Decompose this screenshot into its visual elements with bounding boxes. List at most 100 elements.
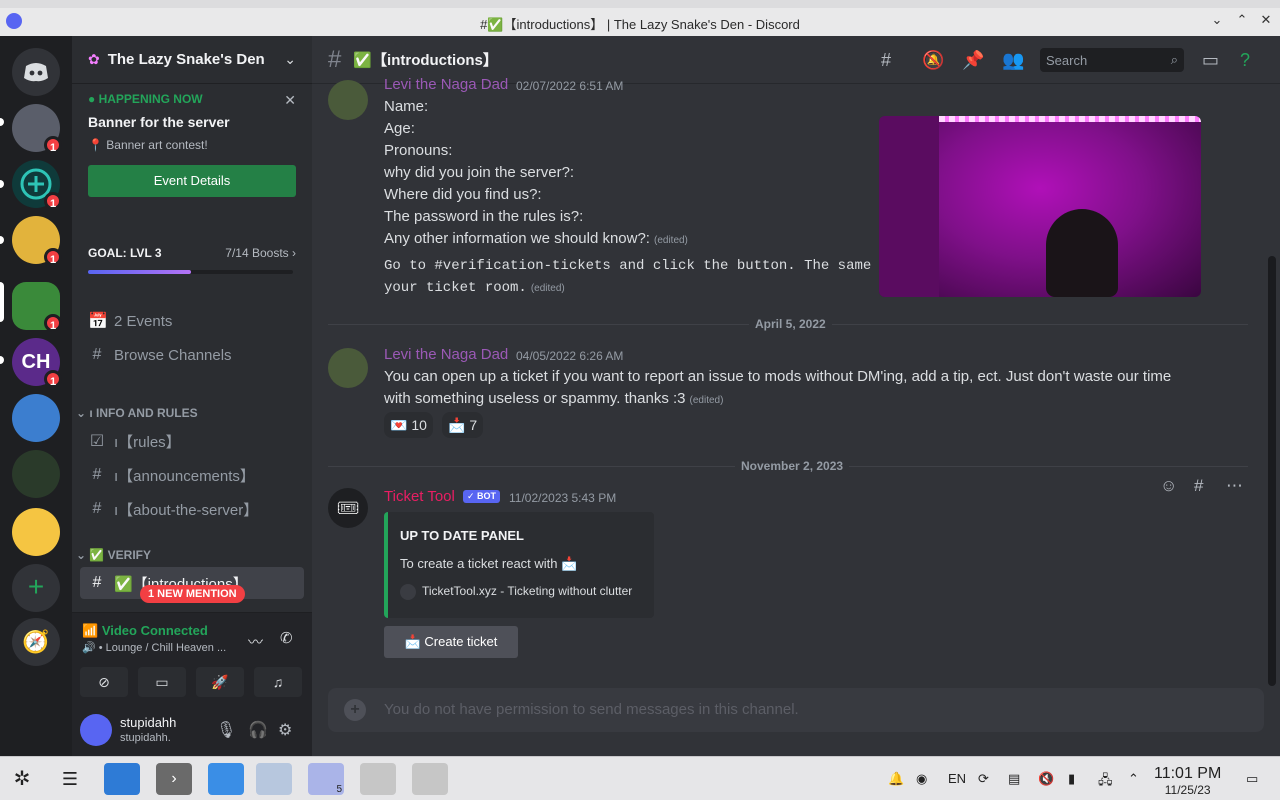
terminal-icon[interactable]: › (156, 763, 192, 795)
taskbar: ✲ ☰ › 5 🔔 ◉ EN ⟳ ▤ 🔇 ▮ 🖧 ⌃ 11:01 PM 11/2… (0, 756, 1280, 800)
new-mention-pill[interactable]: 1 NEW MENTION (140, 585, 245, 603)
message-author[interactable]: Levi the Naga Dad (384, 346, 508, 363)
user-name: stupidahh (120, 715, 177, 730)
member-list-icon[interactable]: 👥 (1002, 50, 1024, 71)
category-info-rules[interactable]: ⌄ ı INFO AND RULES (76, 406, 198, 420)
message-text: Any other information we should know?: (384, 230, 650, 247)
code-line: Go to #verification-tickets and click th… (384, 258, 897, 274)
camera-off-button[interactable]: ⊘ (80, 667, 128, 697)
threads-icon[interactable]: # (881, 50, 891, 71)
avatar[interactable] (328, 348, 368, 388)
category-verify[interactable]: ⌄ ✅ VERIFY (76, 548, 151, 562)
boost-goal[interactable]: GOAL: LVL 3 7/14 Boosts › (88, 246, 296, 274)
disconnect-icon[interactable]: ✆ (280, 629, 293, 647)
maximize-icon[interactable]: ⌃ (1235, 12, 1249, 28)
clock[interactable]: 11:01 PM 11/25/23 (1154, 765, 1221, 797)
bot-tag-text: ✓ BOT (463, 490, 501, 504)
reaction-count: 7 (469, 417, 478, 433)
store-icon[interactable] (104, 763, 140, 795)
server-ch[interactable]: CH 1 (12, 338, 62, 388)
event-location-text: Banner art contest! (106, 138, 208, 152)
more-options-icon[interactable]: ⋯ (1226, 476, 1243, 496)
mute-bell-icon[interactable]: 🔕 (922, 50, 944, 71)
close-window-icon[interactable]: ✕ (1259, 12, 1273, 28)
avatar[interactable] (328, 80, 368, 120)
close-icon[interactable]: ✕ (284, 92, 296, 109)
video-tile[interactable] (879, 116, 1201, 297)
message-line: Age: (384, 120, 415, 137)
attach-plus-icon[interactable]: + (344, 699, 366, 721)
server-plus-circle[interactable]: 1 (12, 160, 62, 210)
unread-pill (0, 236, 4, 244)
server-mustache[interactable]: 1 (12, 216, 62, 266)
add-server-icon[interactable]: + (12, 564, 60, 612)
edited-tag: (edited) (653, 235, 688, 246)
ticket-tool-avatar[interactable]: 🎟 (328, 488, 368, 528)
guild-header[interactable]: ✿ The Lazy Snake's Den ⌄ (72, 36, 312, 84)
volume-muted-icon[interactable]: 🔇 (1038, 771, 1054, 787)
app-launcher-icon[interactable]: ✲ (4, 763, 40, 795)
clock-time: 11:01 PM (1154, 765, 1222, 782)
guild-flower-icon: ✿ (88, 51, 100, 67)
server-lazy-snake[interactable]: 1 (12, 282, 62, 332)
tray-expand-icon[interactable]: ⌃ (1128, 771, 1139, 787)
user-tag: stupidahh. (120, 732, 171, 744)
server-dark[interactable] (12, 450, 60, 498)
headphones-icon[interactable]: 🎧 (248, 720, 268, 740)
noise-suppression-icon[interactable]: 〰 (248, 631, 263, 652)
microphone-icon[interactable]: 🎙 (216, 720, 236, 740)
reaction[interactable]: 💌 10 (384, 412, 433, 438)
server-wolf[interactable]: 1 (12, 104, 62, 154)
voice-location[interactable]: 🔊 • Lounge / Chill Heaven ... (82, 641, 226, 654)
file-manager-icon[interactable] (208, 763, 244, 795)
chevron-down-icon[interactable]: ⌄ (284, 51, 296, 68)
selected-pill (0, 282, 4, 322)
search-input[interactable]: Search ⌕ (1040, 48, 1184, 72)
explore-compass-icon[interactable]: 🧭 (12, 618, 60, 666)
message-author[interactable]: Levi the Naga Dad (384, 76, 508, 93)
events-link[interactable]: 📅 2 Events (80, 305, 304, 337)
scrollbar[interactable] (1268, 256, 1276, 686)
message-composer[interactable]: + You do not have permission to send mes… (328, 688, 1264, 732)
discord-tray-icon[interactable]: ◉ (916, 771, 927, 787)
activity-rocket-button[interactable]: 🚀 (196, 667, 244, 697)
pin-icon[interactable]: 📌 (962, 50, 984, 71)
soundboard-button[interactable]: ♫ (254, 667, 302, 697)
reaction[interactable]: 📩 7 (442, 412, 484, 438)
code-text: your ticket room. (384, 280, 527, 296)
avatar[interactable] (80, 714, 112, 746)
minecraft-icon[interactable] (412, 763, 448, 795)
discord-taskbar-icon[interactable]: 5 (308, 763, 344, 795)
unread-pill (0, 118, 4, 126)
channel-title: ✅【introductions】 (353, 52, 498, 69)
event-details-button[interactable]: Event Details (88, 165, 296, 197)
add-reaction-icon[interactable]: ☺ (1160, 476, 1177, 496)
browser-icon[interactable] (256, 763, 292, 795)
inbox-icon[interactable]: ▭ (1202, 50, 1219, 71)
clipboard-icon[interactable]: ▤ (1008, 771, 1020, 787)
gear-icon[interactable]: ⚙ (278, 720, 292, 740)
minimize-icon[interactable]: ⌄ (1210, 12, 1224, 28)
channel-about-the-server[interactable]: # ı【about-the-server】 (80, 493, 304, 525)
boost-count: 7/14 Boosts › (225, 246, 296, 260)
show-desktop-icon[interactable]: ▭ (1246, 771, 1258, 787)
browse-channels-link[interactable]: # Browse Channels (80, 339, 304, 371)
keyboard-layout[interactable]: EN (948, 771, 966, 786)
system-settings-icon[interactable]: ☰ (52, 763, 88, 795)
create-thread-icon[interactable]: # (1194, 476, 1203, 496)
battery-icon[interactable]: ▮ (1068, 771, 1075, 787)
network-icon[interactable]: 🖧 (1098, 771, 1113, 793)
channel-rules[interactable]: ☑ ı【rules】 (80, 425, 304, 457)
server-hand[interactable] (12, 508, 60, 556)
minecraft-launcher-icon[interactable] (360, 763, 396, 795)
channel-announcements[interactable]: # ı【announcements】 (80, 459, 304, 491)
message-author[interactable]: Ticket Tool (384, 488, 455, 505)
discord-badge: 5 (336, 784, 342, 795)
notifications-icon[interactable]: 🔔 (888, 771, 904, 787)
help-icon[interactable]: ? (1240, 50, 1250, 71)
server-anime[interactable] (12, 394, 60, 442)
update-icon[interactable]: ⟳ (978, 771, 989, 787)
home-button[interactable] (12, 48, 60, 96)
create-ticket-button[interactable]: 📩 Create ticket (384, 626, 518, 658)
screen-share-button[interactable]: ▭ (138, 667, 186, 697)
